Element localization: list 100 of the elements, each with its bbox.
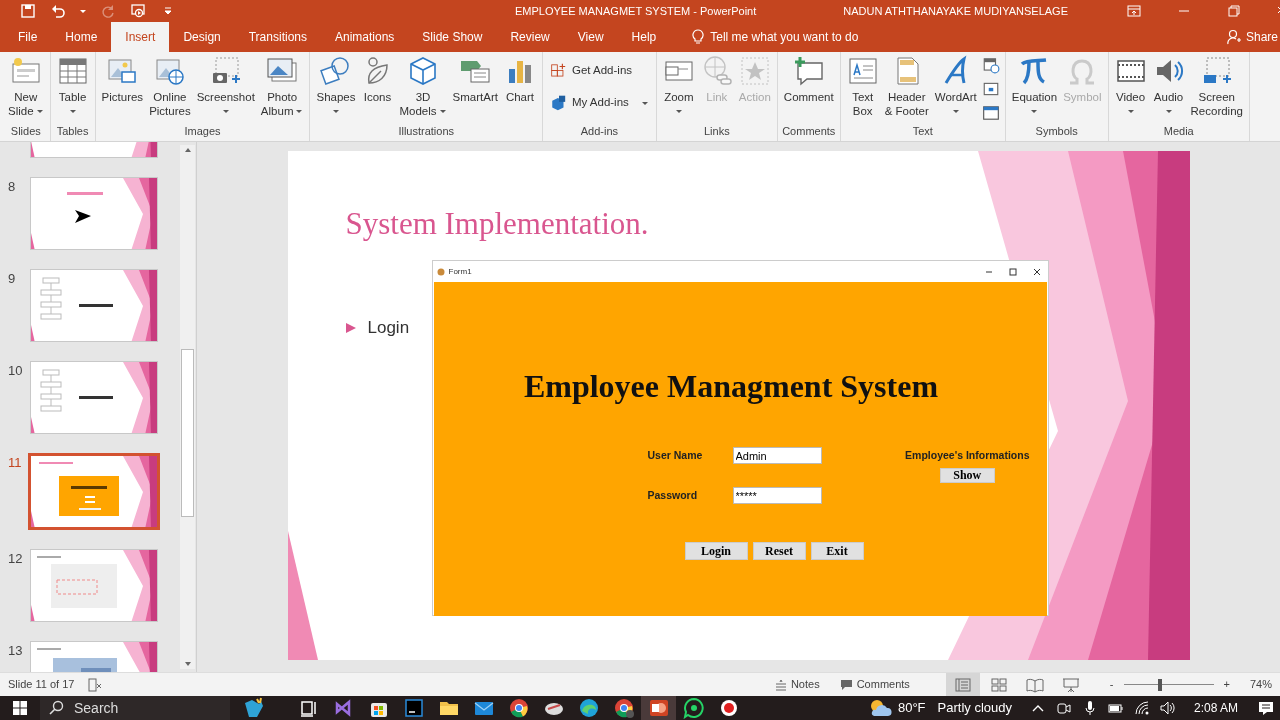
ribbon-tab[interactable]: File (4, 22, 52, 52)
temperature: 80°F (897, 699, 926, 718)
comments-button[interactable]: Comments (833, 676, 916, 693)
ribbon-button[interactable]: Zoom (659, 52, 698, 114)
slide-thumbnail[interactable] (30, 361, 158, 434)
ribbon-button[interactable]: Chart (500, 52, 539, 104)
slider-thumb[interactable] (1157, 678, 1162, 691)
zoom-in-button[interactable]: + (1221, 676, 1232, 693)
ribbon-tab[interactable]: Design (169, 22, 235, 52)
ribbon-button[interactable]: Header & Footer (881, 52, 932, 118)
ribbon-tab[interactable]: Insert (111, 22, 170, 52)
share-button[interactable]: Share (1212, 22, 1280, 52)
open-book-icon (1025, 676, 1044, 693)
group-label: Media (1162, 124, 1195, 139)
form-button[interactable]: Login (684, 542, 748, 560)
ribbon-button[interactable]: Screenshot (193, 52, 258, 114)
slide-thumbnail[interactable] (30, 269, 158, 342)
ribbon-button[interactable]: Screen Recording (1187, 52, 1246, 118)
slide-number: 11 (7, 454, 23, 472)
group-label: Text (911, 124, 934, 139)
comment-icon (792, 55, 825, 87)
notification-icon[interactable] (1258, 700, 1274, 716)
slide-thumbnail[interactable] (30, 549, 158, 622)
ribbon-tab[interactable]: Review (496, 22, 564, 52)
slide-number: 13 (7, 642, 24, 660)
ribbon-button[interactable]: Online Pictures (146, 52, 194, 118)
ribbon-tab[interactable]: Home (51, 22, 112, 52)
clock-time: 2:08 AM (1193, 700, 1238, 717)
ribbon-button[interactable]: My Add-ins (545, 90, 653, 116)
ribbon-button[interactable]: Text Box (843, 52, 882, 118)
quick-caret-button[interactable] (78, 7, 88, 15)
tell-me-search[interactable]: Tell me what you want to do (678, 22, 873, 52)
ribbon-button[interactable]: Shapes (313, 52, 359, 114)
ribbon-tab[interactable]: Slide Show (408, 22, 497, 52)
ribbon-button[interactable]: Pictures (98, 52, 147, 104)
wheel-icon (507, 697, 530, 719)
slide-sorter-icon (989, 676, 1008, 693)
slide-title: System Implementation. (345, 205, 650, 243)
search-placeholder: Search (74, 698, 119, 718)
ribbon-button[interactable]: SmartArt (449, 52, 501, 104)
show-button[interactable]: Show (939, 467, 995, 483)
ribbon-tab[interactable]: View (563, 22, 618, 52)
slide-thumbnail[interactable] (28, 453, 160, 530)
search-field[interactable]: Search (40, 696, 230, 720)
info-label: Employee's Informations (905, 448, 1030, 463)
ribbon-display-icon[interactable] (1126, 3, 1142, 19)
ribbon-button[interactable]: Photo Album (257, 52, 307, 118)
speaker-icon[interactable] (1159, 700, 1176, 716)
ribbon-tab[interactable]: Help (617, 22, 671, 52)
comment-icon (839, 678, 853, 691)
form-button[interactable]: Exit (810, 542, 864, 560)
group-label: Images (183, 124, 222, 139)
ribbon-button[interactable]: Audio (1149, 52, 1188, 114)
ribbon-button[interactable]: Table (53, 52, 92, 114)
field-label: User Name (647, 447, 704, 463)
document-check-icon[interactable] (88, 677, 103, 692)
input-field[interactable]: ***** (732, 487, 822, 504)
save-icon (20, 3, 36, 19)
ribbon-button[interactable]: Comment (780, 52, 837, 104)
ribbon-tab[interactable]: Animations (321, 22, 409, 52)
scroll-thumb[interactable] (181, 349, 194, 517)
ribbon-button[interactable]: WordArt (931, 52, 980, 114)
ribbon-button[interactable]: Video (1111, 52, 1150, 114)
square-app-icon (402, 697, 425, 719)
widget-icon (242, 697, 265, 719)
form-button[interactable]: Reset (752, 542, 806, 560)
maximize-icon[interactable] (1007, 266, 1018, 277)
cube-icon (407, 55, 439, 87)
windows-icon (12, 700, 28, 716)
ribbon-button[interactable]: Get Add-ins (545, 58, 653, 84)
input-field[interactable]: Admin (732, 447, 822, 464)
window-title: EMPLOYEE MANAGMET SYSTEM - PowerPoint (515, 3, 757, 19)
grid-plus-icon (549, 62, 568, 80)
lightbulb-icon (692, 29, 705, 45)
slide-thumbnail[interactable] (30, 177, 158, 250)
close-icon[interactable] (1031, 266, 1042, 277)
slide-number-icon (981, 80, 1000, 98)
ribbon-button[interactable]: New Slide (5, 52, 47, 118)
zoom-level: 74% (1249, 677, 1272, 693)
ribbon-button[interactable]: Equation (1008, 52, 1061, 114)
ribbon-button[interactable]: Icons (358, 52, 397, 104)
field-label: Password (647, 487, 699, 503)
tile-icon (647, 697, 670, 719)
projector-screen-icon (1061, 676, 1080, 693)
zoom-out-button[interactable]: - (1107, 676, 1116, 693)
quick-save-button[interactable] (18, 1, 38, 21)
lines-icon (774, 678, 787, 691)
notes-button[interactable]: Notes (768, 676, 826, 693)
wifi-icon[interactable] (1133, 700, 1150, 716)
taskbar-app[interactable] (641, 696, 676, 720)
shapes-icon (319, 55, 352, 87)
redo-icon (100, 3, 116, 19)
ribbon-button[interactable]: 3D Models (396, 52, 450, 118)
vertical-scrollbar[interactable] (180, 145, 195, 669)
slide-number: 8 (7, 178, 17, 196)
ribbon-tab[interactable]: Transitions (234, 22, 321, 52)
wheel-icon (612, 697, 635, 719)
bullet-icon (345, 322, 356, 333)
restore-icon[interactable] (1226, 3, 1242, 19)
camera-icon[interactable] (1055, 700, 1072, 716)
